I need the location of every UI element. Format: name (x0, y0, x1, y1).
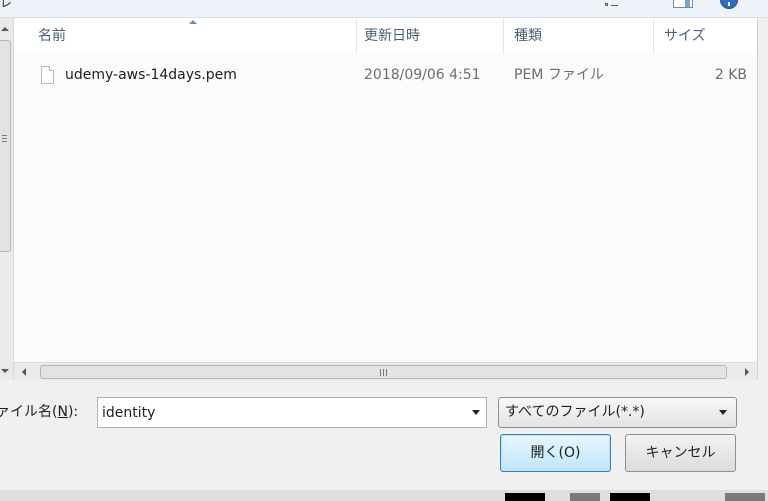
column-header-row: 名前 更新日時 種類 サイズ (14, 18, 757, 54)
navigation-pane-scrollbar[interactable] (0, 18, 14, 380)
title-fragment: レ (0, 0, 13, 10)
dropdown-arrow-icon[interactable] (472, 410, 480, 415)
filename-input[interactable] (99, 399, 464, 426)
scroll-up-icon[interactable] (1, 27, 9, 31)
file-date: 2018/09/06 4:51 (364, 67, 481, 83)
file-type: PEM ファイル (514, 67, 604, 83)
file-icon (41, 66, 54, 84)
pane-divider (757, 18, 768, 380)
scroll-left-icon[interactable] (22, 368, 26, 376)
bottom-edge (0, 490, 768, 501)
column-header-size[interactable]: サイズ (654, 18, 757, 54)
toolbar-strip: レ (0, 0, 768, 18)
taskbar-fragment (505, 493, 545, 501)
horizontal-scrollbar-thumb[interactable] (40, 365, 727, 379)
taskbar-fragment (725, 493, 765, 501)
help-icon[interactable] (720, 0, 738, 9)
preview-pane-icon[interactable] (673, 0, 693, 8)
filename-label: ァイル名(N): (0, 404, 79, 420)
cancel-button[interactable]: キャンセル (625, 434, 736, 472)
grip-icon (2, 135, 7, 144)
open-button[interactable]: 開く(O) (500, 434, 611, 472)
scroll-down-icon[interactable] (1, 369, 9, 373)
file-list[interactable]: 名前 更新日時 種類 サイズ udemy-aws-14days.pem 2018… (14, 18, 757, 362)
filetype-select[interactable]: すべてのファイル(*.*) (498, 397, 737, 428)
scrollbar-thumb[interactable] (0, 40, 11, 252)
filetype-value: すべてのファイル(*.*) (505, 404, 645, 420)
horizontal-scrollbar[interactable] (14, 362, 757, 380)
scroll-right-icon[interactable] (745, 368, 749, 376)
taskbar-fragment (610, 493, 650, 501)
sort-ascending-icon (189, 20, 197, 24)
dropdown-arrow-icon[interactable] (719, 410, 727, 415)
file-row[interactable]: udemy-aws-14days.pem 2018/09/06 4:51 PEM… (14, 58, 757, 92)
file-size: 2 KB (714, 67, 747, 83)
file-name: udemy-aws-14days.pem (65, 67, 237, 83)
grip-icon (380, 369, 387, 376)
view-options-icon[interactable] (605, 0, 625, 8)
taskbar-fragment (570, 493, 600, 501)
filename-combobox[interactable] (97, 397, 487, 428)
column-header-date[interactable]: 更新日時 (354, 18, 504, 54)
column-header-type[interactable]: 種類 (504, 18, 654, 54)
